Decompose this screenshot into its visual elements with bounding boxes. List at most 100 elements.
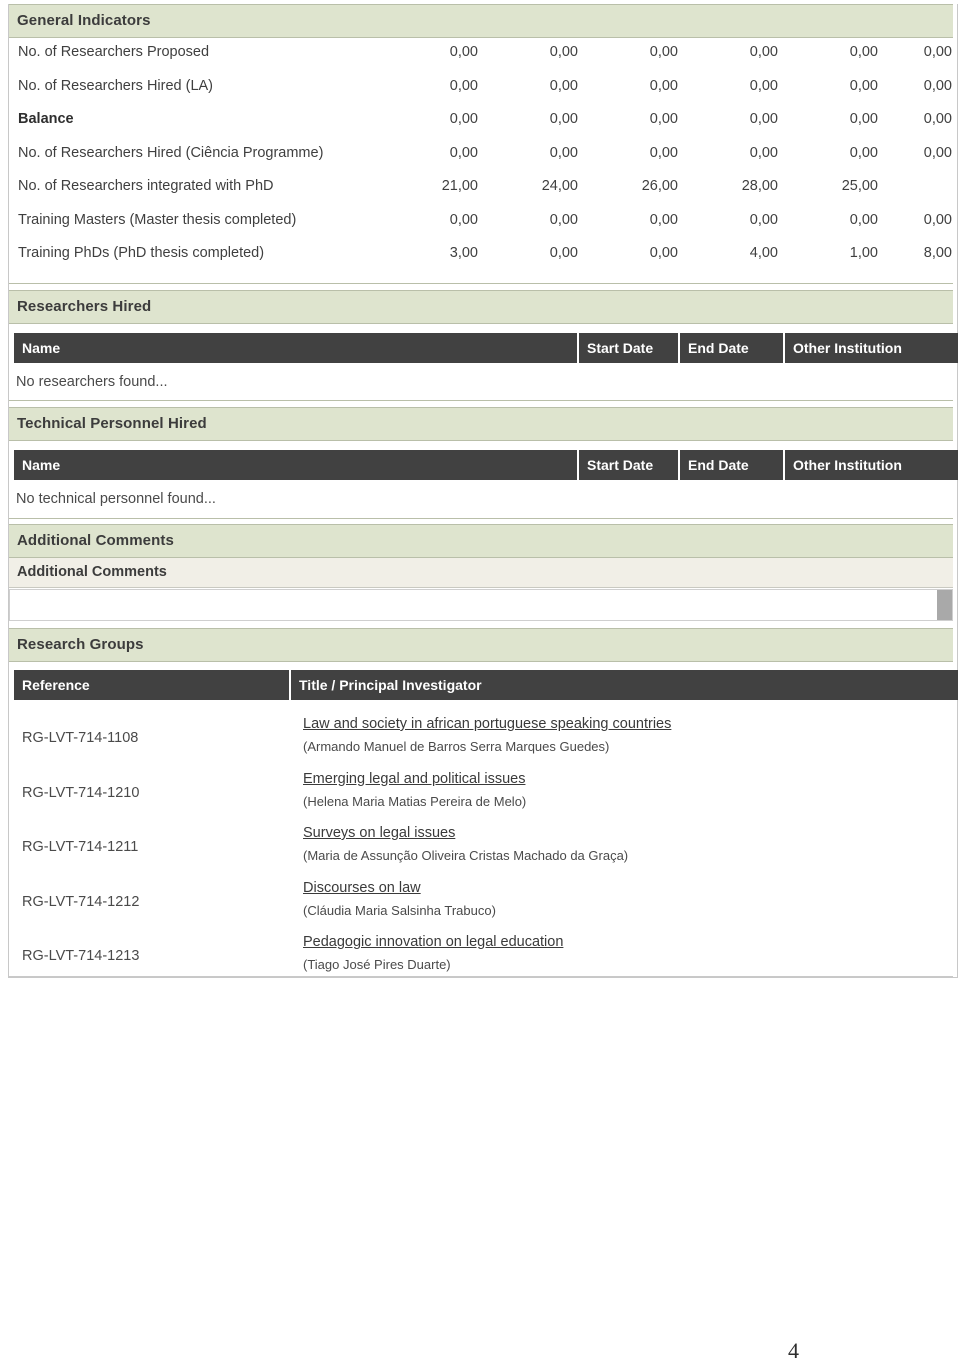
table-row: RG-LVT-714-1210 Emerging legal and politi… (14, 769, 958, 824)
general-indicator-value: 0,00 (649, 44, 678, 60)
general-indicator-value: 25,00 (841, 178, 878, 194)
section-title-research-groups: Research Groups (17, 636, 144, 653)
research-group-reference: RG-LVT-714-1210 (22, 784, 140, 801)
general-indicator-value: 0,00 (849, 77, 878, 94)
general-indicator-value: 0,00 (649, 211, 678, 228)
general-indicator-value: 0,00 (749, 111, 778, 127)
technical-personnel-empty-message: No technical personnel found... (16, 491, 216, 507)
general-indicator-label: Balance (18, 111, 74, 127)
general-indicator-value: 0,00 (449, 144, 478, 161)
section-title-additional-comments: Additional Comments (17, 532, 174, 549)
research-group-investigator: (Armando Manuel de Barros Serra Marques … (303, 739, 610, 754)
research-group-investigator: (Maria de Assunção Oliveira Cristas Mach… (303, 848, 629, 863)
column-header-start-date[interactable]: Start Date (577, 333, 678, 363)
research-group-title-link[interactable]: Law and society in african portuguese sp… (303, 716, 671, 732)
general-indicator-value: 0,00 (749, 211, 778, 228)
research-group-title-link[interactable]: Pedagogic innovation on legal education (303, 934, 563, 950)
researchers-hired-table-header: Name Start Date End Date Other Instituti… (14, 333, 958, 363)
column-header-reference[interactable]: Reference (14, 670, 289, 700)
table-row: RG-LVT-714-1212 Discourses on law (Cláudia… (14, 878, 958, 933)
general-indicator-value: 0,00 (649, 144, 678, 161)
general-indicator-value: 0,00 (549, 144, 578, 161)
research-group-title-link[interactable]: Discourses on law (303, 880, 421, 896)
technical-personnel-table-header: Name Start Date End Date Other Instituti… (14, 450, 958, 480)
general-indicator-value: 0,00 (449, 111, 478, 127)
section-header-technical-personnel-hired: Technical Personnel Hired (9, 407, 953, 441)
section-header-researchers-hired: Researchers Hired (9, 290, 953, 324)
column-header-other-institution[interactable]: Other Institution (783, 333, 958, 363)
general-indicator-value: 0,00 (449, 211, 478, 228)
general-indicator-row: No. of Researchers integrated with PhD 21… (9, 172, 953, 206)
researchers-hired-empty-message: No researchers found... (16, 374, 168, 390)
column-header-start-date[interactable]: Start Date (577, 450, 678, 480)
general-indicator-value: 8,00 (923, 245, 952, 261)
general-indicator-value: 0,00 (549, 44, 578, 60)
research-group-reference: RG-LVT-714-1213 (22, 948, 140, 964)
section-header-general-indicators: General Indicators (9, 4, 953, 38)
page-number: 4 (788, 1338, 799, 1363)
additional-comments-field-label: Additional Comments (17, 564, 167, 580)
general-indicator-value: 0,00 (649, 111, 678, 127)
general-indicator-label: No. of Researchers Hired (Ciência Progra… (18, 144, 324, 161)
technical-personnel-bottom-rule (9, 518, 953, 519)
general-indicator-value: 0,00 (923, 111, 952, 127)
general-indicator-row: No. of Researchers Hired (LA) 0,00 0,00 0,0… (9, 72, 953, 106)
general-indicator-value: 24,00 (541, 178, 578, 194)
researchers-hired-bottom-rule (9, 400, 953, 401)
research-group-reference: RG-LVT-714-1108 (22, 730, 139, 746)
table-row: RG-LVT-714-1213 Pedagogic innovation on l… (14, 932, 958, 987)
column-header-end-date[interactable]: End Date (678, 450, 783, 480)
section-title-general-indicators: General Indicators (17, 12, 151, 29)
general-indicator-value: 0,00 (649, 77, 678, 94)
general-indicator-row: Training Masters (Master thesis complete… (9, 206, 953, 240)
general-indicator-label: No. of Researchers Proposed (18, 44, 210, 60)
general-indicator-value: 0,00 (849, 144, 878, 161)
table-row: RG-LVT-714-1108 Law and society in africa… (14, 714, 958, 769)
general-indicators-table: No. of Researchers Proposed 0,00 0,00 0,00 0… (9, 38, 953, 273)
research-group-reference: RG-LVT-714-1211 (22, 839, 139, 855)
general-indicator-value: 0,00 (849, 211, 878, 228)
general-indicator-value: 0,00 (849, 111, 878, 127)
general-indicator-value: 3,00 (449, 245, 478, 261)
general-indicator-label: No. of Researchers Hired (LA) (18, 77, 214, 94)
research-group-investigator: (Cláudia Maria Salsinha Trabuco) (303, 902, 496, 918)
column-header-end-date[interactable]: End Date (678, 333, 783, 363)
report-page: General Indicators No. of Researchers Pr… (0, 0, 960, 1372)
general-indicator-value: 4,00 (749, 245, 778, 261)
general-indicator-row: No. of Researchers Proposed 0,00 0,00 0,00 0… (9, 38, 953, 72)
general-indicator-label: Training Masters (Master thesis complete… (18, 211, 297, 228)
general-indicator-row: No. of Researchers Hired (Ciência Progra… (9, 139, 953, 173)
general-indicator-value: 26,00 (641, 178, 678, 194)
general-indicator-value: 0,00 (549, 77, 578, 94)
general-indicator-row: Balance 0,00 0,00 0,00 0,00 0,00 0,00 (9, 105, 953, 139)
document-bottom-rule (9, 976, 953, 977)
additional-comments-input[interactable] (9, 589, 953, 621)
column-header-title-principal-investigator[interactable]: Title / Principal Investigator (289, 670, 958, 700)
general-indicator-label: No. of Researchers integrated with PhD (18, 178, 274, 194)
general-indicator-value: 0,00 (749, 144, 778, 161)
general-indicator-value: 0,00 (749, 77, 778, 94)
general-indicator-value: 0,00 (923, 211, 952, 228)
general-indicator-value: 0,00 (923, 44, 952, 60)
table-row: RG-LVT-714-1211 Surveys on legal issues (M… (14, 823, 958, 878)
section-header-research-groups: Research Groups (9, 628, 953, 662)
general-indicator-value: 0,00 (923, 144, 952, 161)
general-indicators-bottom-rule (9, 283, 953, 284)
additional-comments-scrollbar[interactable] (937, 590, 952, 620)
general-indicator-value: 0,00 (549, 111, 578, 127)
research-group-investigator: (Helena Maria Matias Pereira de Melo) (303, 793, 527, 809)
column-header-name[interactable]: Name (14, 450, 577, 480)
research-group-title-link[interactable]: Surveys on legal issues (303, 825, 455, 841)
research-groups-table-header: Reference Title / Principal Investigator (14, 670, 958, 700)
column-header-other-institution[interactable]: Other Institution (783, 450, 958, 480)
general-indicator-value: 0,00 (449, 77, 478, 94)
section-title-technical-personnel-hired: Technical Personnel Hired (17, 415, 207, 432)
general-indicator-value: 0,00 (749, 44, 778, 60)
additional-comments-field-label-row: Additional Comments (9, 558, 953, 588)
general-indicator-value: 0,00 (549, 245, 578, 261)
general-indicator-value: 0,00 (849, 44, 878, 60)
column-header-name[interactable]: Name (14, 333, 577, 363)
general-indicator-value: 28,00 (741, 178, 778, 194)
research-group-title-link[interactable]: Emerging legal and political issues (303, 771, 525, 787)
section-title-researchers-hired: Researchers Hired (17, 298, 152, 315)
